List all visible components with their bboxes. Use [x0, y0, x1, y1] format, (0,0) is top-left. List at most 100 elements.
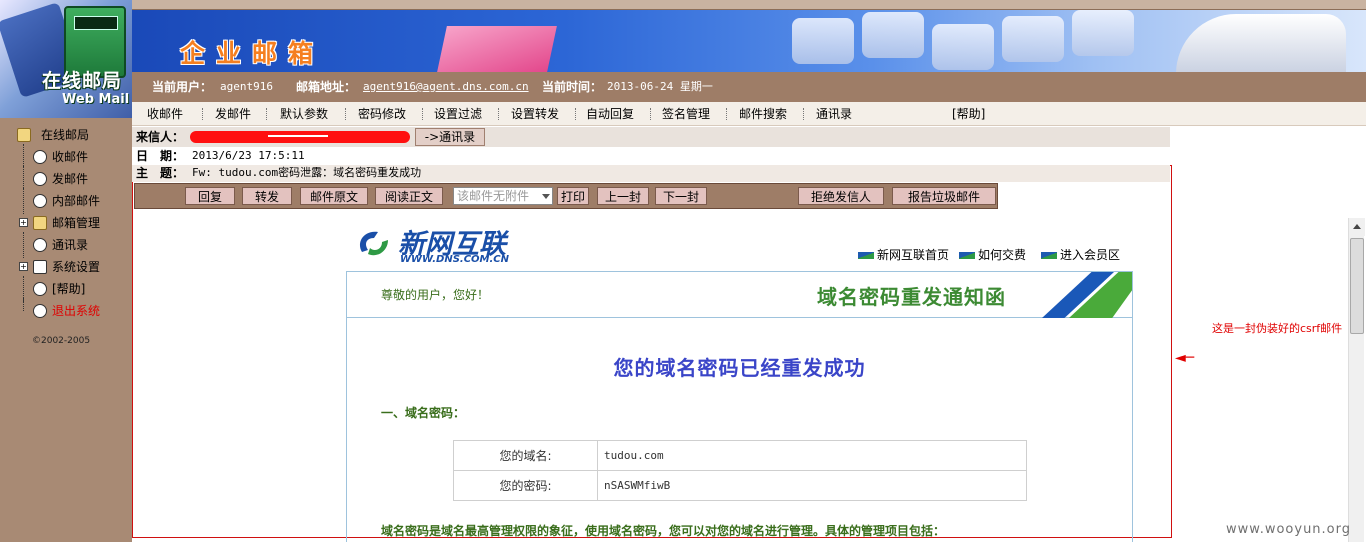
help-icon [33, 282, 47, 296]
user-label: 当前用户： [152, 80, 213, 94]
reply-button[interactable]: 回复 [185, 187, 235, 205]
nav-contacts[interactable]: 通讯录 [14, 232, 100, 258]
logo-subtitle: Web Mail [62, 92, 130, 107]
from-row: 来信人： ->通讯录 [132, 127, 1170, 147]
nav-logout[interactable]: 退出系统 [14, 298, 101, 322]
section-domain-password: 一、域名密码： [381, 406, 466, 420]
nav-label: 在线邮局 [41, 128, 90, 142]
receive-mail-icon [33, 150, 47, 164]
from-label: 来信人： [136, 130, 185, 144]
domain-key: 您的域名: [453, 440, 598, 471]
time-label: 当前时间： [542, 80, 603, 94]
email-address-link[interactable]: agent916@agent.dns.com.cn [363, 72, 529, 102]
link-how-to-pay[interactable]: 如何交费 [959, 246, 1026, 263]
arrow-left-icon: ◄─ [1175, 350, 1195, 366]
keyboard-key-icon [862, 12, 924, 58]
contacts-icon [33, 238, 47, 252]
menu-signature[interactable]: 签名管理 [662, 102, 710, 126]
keyboard-key-icon [932, 24, 994, 70]
menu-receive-mail[interactable]: 收邮件 [147, 102, 183, 126]
vertical-scrollbar[interactable] [1348, 218, 1365, 542]
table-row: 您的密码: nSASWMfiwB [453, 470, 1027, 501]
banner: 企业邮箱 [132, 10, 1366, 72]
menu-forward-settings[interactable]: 设置转发 [511, 102, 559, 126]
menu-help[interactable]: [帮助] [952, 102, 985, 126]
add-to-contacts-button[interactable]: ->通讯录 [415, 128, 485, 146]
copyright: ©2002-2005 [32, 336, 91, 346]
notice-heading: 您的域名密码已经重发成功 [613, 356, 866, 380]
table-row: 您的域名: tudou.com [453, 440, 1027, 471]
password-key: 您的密码: [453, 470, 598, 501]
scroll-thumb[interactable] [1350, 238, 1364, 334]
menu-default-params[interactable]: 默认参数 [280, 102, 328, 126]
logout-icon [33, 304, 47, 318]
view-source-button[interactable]: 邮件原文 [300, 187, 368, 205]
keyboard-key-icon [792, 18, 854, 64]
notice-title: 域名密码重发通知函 [817, 285, 1006, 309]
expand-plus-icon[interactable]: + [19, 262, 28, 271]
report-spam-button[interactable]: 报告垃圾邮件 [892, 187, 996, 205]
email-label: 邮箱地址： [296, 80, 357, 94]
domain-value: tudou.com [597, 440, 1027, 471]
nav-label: [帮助] [52, 282, 86, 296]
link-bullet-icon [1041, 252, 1057, 259]
password-table: 您的域名: tudou.com 您的密码: nSASWMfiwB [453, 440, 1027, 501]
greeting: 尊敬的用户，您好！ [381, 288, 490, 302]
subject-row: 主 题： Fw: tudou.com密码泄露：域名密码重发成功 [132, 165, 1170, 182]
redacted-sender [190, 131, 410, 143]
dns-logo-icon [359, 231, 388, 256]
notice-header: 尊敬的用户，您好！ 域名密码重发通知函 [347, 272, 1132, 318]
sidebar-nav: 在线邮局 收邮件 发邮件 内部邮件 + 邮箱管理 通讯录 + 系统设置 [帮助]… [14, 124, 100, 322]
nav-receive-mail[interactable]: 收邮件 [14, 144, 100, 170]
notice-box: 尊敬的用户，您好！ 域名密码重发通知函 您的域名密码已经重发成功 一、域名密码：… [346, 271, 1133, 542]
expand-plus-icon[interactable]: + [19, 218, 28, 227]
nav-send-mail[interactable]: 发邮件 [14, 166, 100, 192]
link-bullet-icon [858, 252, 874, 259]
menu-bar: 收邮件 发邮件 默认参数 密码修改 设置过滤 设置转发 自动回复 签名管理 邮件… [132, 102, 1366, 126]
menu-mail-search[interactable]: 邮件搜索 [739, 102, 787, 126]
nav-label: 系统设置 [52, 260, 101, 274]
mouse-icon [1176, 14, 1346, 72]
print-button[interactable]: 打印 [557, 187, 589, 205]
forward-button[interactable]: 转发 [242, 187, 292, 205]
nav-label: 退出系统 [52, 304, 101, 318]
menu-auto-reply[interactable]: 自动回复 [586, 102, 634, 126]
previous-button[interactable]: 上一封 [597, 187, 649, 205]
sidebar: 在线邮局 Web Mail 在线邮局 收邮件 发邮件 内部邮件 + 邮箱管理 通… [0, 0, 132, 542]
decorative-stripes [1042, 272, 1132, 318]
nav-system-settings[interactable]: + 系统设置 [14, 256, 100, 278]
chevron-down-icon [542, 194, 550, 199]
menu-contacts[interactable]: 通讯录 [816, 102, 852, 126]
annotation-note: 这是一封伪装好的csrf邮件 [1212, 322, 1343, 335]
envelope-icon [437, 26, 557, 72]
block-sender-button[interactable]: 拒绝发信人 [798, 187, 884, 205]
top-strip [132, 0, 1366, 10]
message-toolbar: 回复 转发 邮件原文 阅读正文 该邮件无附件 打印 上一封 下一封 拒绝发信人 … [134, 183, 998, 209]
link-member-area[interactable]: 进入会员区 [1041, 246, 1120, 263]
nav-label: 内部邮件 [52, 194, 101, 208]
nav-mailbox-manage[interactable]: + 邮箱管理 [14, 212, 100, 234]
keyboard-key-icon [1002, 16, 1064, 62]
time-value: 2013-06-24 星期一 [607, 80, 713, 93]
read-body-button[interactable]: 阅读正文 [375, 187, 443, 205]
user-info-bar: 当前用户： agent916 邮箱地址： agent916@agent.dns.… [132, 72, 1366, 102]
scroll-up-button[interactable] [1349, 218, 1365, 236]
internal-mail-icon [33, 194, 47, 208]
nav-root[interactable]: 在线邮局 [14, 124, 100, 146]
logo-title: 在线邮局 [42, 70, 123, 92]
menu-filter-settings[interactable]: 设置过滤 [434, 102, 482, 126]
folder-icon [17, 128, 31, 142]
attachment-select[interactable]: 该邮件无附件 [453, 187, 553, 205]
date-row: 日 期： 2013/6/23 17:5:11 [132, 148, 1170, 164]
nav-label: 发邮件 [52, 172, 89, 186]
nav-internal-mail[interactable]: 内部邮件 [14, 188, 101, 214]
menu-change-password[interactable]: 密码修改 [358, 102, 406, 126]
next-button[interactable]: 下一封 [655, 187, 707, 205]
link-bullet-icon [959, 252, 975, 259]
link-dns-home[interactable]: 新网互联首页 [858, 246, 949, 263]
logo-screen-icon [74, 16, 118, 30]
menu-send-mail[interactable]: 发邮件 [215, 102, 251, 126]
keyboard-key-icon [1072, 10, 1134, 56]
description-text: 域名密码是域名最高管理权限的象征，使用域名密码，您可以对您的域名进行管理。具体的… [381, 524, 946, 538]
nav-help[interactable]: [帮助] [14, 276, 100, 302]
